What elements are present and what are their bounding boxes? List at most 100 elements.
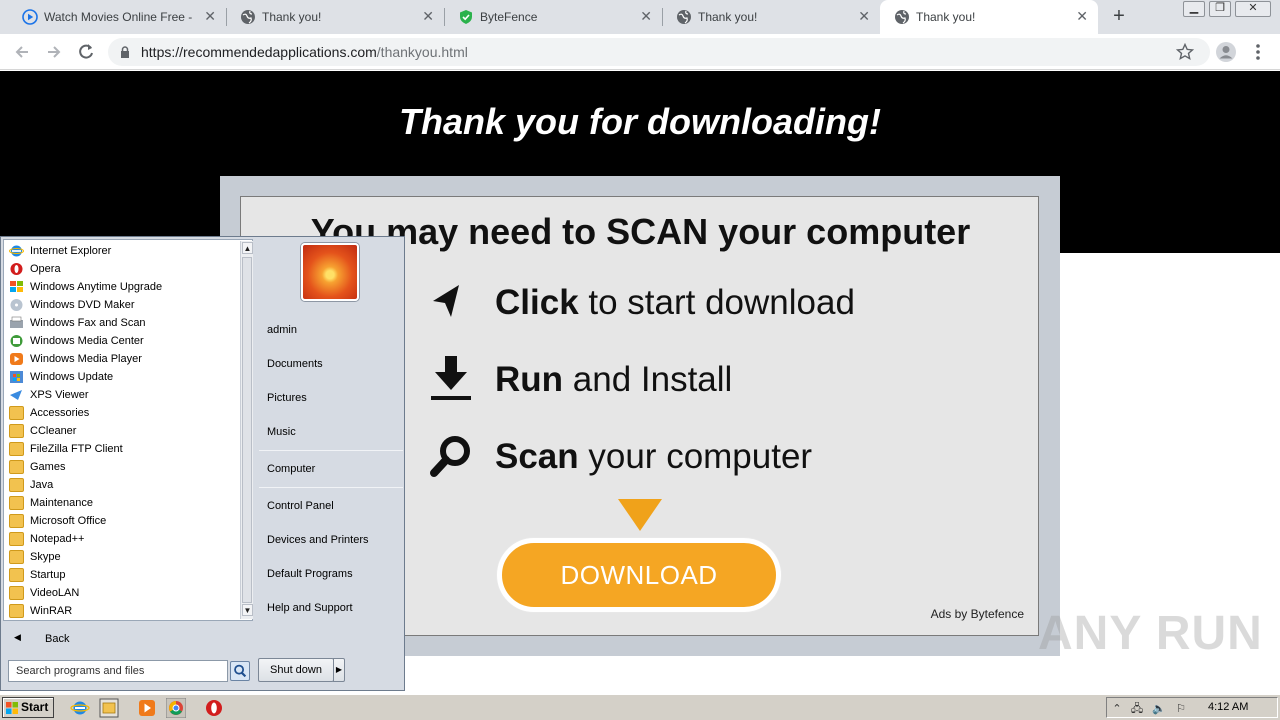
tab-close-icon[interactable]: ✕	[858, 8, 870, 24]
scroll-up-icon[interactable]: ▲	[242, 242, 253, 254]
media-player-icon[interactable]	[137, 698, 157, 718]
tab-close-icon[interactable]: ✕	[640, 8, 652, 24]
program-folder-winrar[interactable]: WinRAR	[6, 602, 238, 620]
program-label: FileZilla FTP Client	[30, 443, 123, 455]
folder-icon	[9, 514, 24, 528]
right-item-help-support[interactable]: Help and Support	[267, 602, 353, 614]
profile-avatar-icon[interactable]	[1215, 41, 1237, 63]
back-arrow-icon[interactable]	[12, 42, 32, 62]
program-folder-filezilla[interactable]: FileZilla FTP Client	[6, 440, 238, 458]
tab-close-icon[interactable]: ✕	[422, 8, 434, 24]
program-folder-games[interactable]: Games	[6, 458, 238, 476]
program-windows-anytime-upgrade[interactable]: Windows Anytime Upgrade	[6, 278, 238, 296]
explorer-folder-icon[interactable]	[99, 698, 119, 718]
program-folder-startup[interactable]: Startup	[6, 566, 238, 584]
program-folder-maintenance[interactable]: Maintenance	[6, 494, 238, 512]
forward-arrow-icon[interactable]	[44, 42, 64, 62]
tab-title: Thank you!	[916, 10, 976, 24]
restore-button[interactable]: ❐	[1209, 1, 1231, 17]
program-folder-java[interactable]: Java	[6, 476, 238, 494]
program-label: WinRAR	[30, 605, 73, 617]
program-folder-skype[interactable]: Skype	[6, 548, 238, 566]
tab-watch-movies[interactable]: Watch Movies Online Free - 123 ✕	[8, 0, 226, 34]
right-item-devices-printers[interactable]: Devices and Printers	[267, 534, 369, 546]
program-internet-explorer[interactable]: Internet Explorer	[6, 242, 238, 260]
scroll-thumb[interactable]	[242, 257, 252, 603]
right-item-control-panel[interactable]: Control Panel	[267, 500, 334, 512]
tab-thank-you-active[interactable]: Thank you! ✕	[880, 0, 1098, 34]
program-folder-accessories[interactable]: Accessories	[6, 404, 238, 422]
tab-strip: Watch Movies Online Free - 123 ✕ Thank y…	[0, 0, 1280, 34]
close-window-button[interactable]: ✕	[1235, 1, 1271, 17]
program-label: Windows DVD Maker	[30, 299, 135, 311]
program-folder-videolan[interactable]: VideoLAN	[6, 584, 238, 602]
search-icon[interactable]	[230, 661, 250, 681]
program-windows-media-center[interactable]: Windows Media Center	[6, 332, 238, 350]
program-folder-microsoft-office[interactable]: Microsoft Office	[6, 512, 238, 530]
right-item-default-programs[interactable]: Default Programs	[267, 568, 353, 580]
magnifier-icon	[430, 436, 470, 477]
network-icon[interactable]: 🖧	[1130, 702, 1144, 716]
volume-icon[interactable]: 🔈	[1152, 702, 1166, 716]
tab-close-icon[interactable]: ✕	[204, 8, 216, 24]
internet-explorer-icon	[9, 245, 24, 257]
right-item-music[interactable]: Music	[267, 426, 296, 438]
program-label: Notepad++	[30, 533, 85, 545]
anyrun-watermark: ANY RUN	[1038, 607, 1263, 660]
right-item-documents[interactable]: Documents	[267, 358, 323, 370]
programs-scrollbar[interactable]: ▲ ▼	[240, 241, 253, 619]
scroll-down-icon[interactable]: ▼	[242, 604, 253, 616]
address-bar[interactable]: https://recommendedapplications.com/than…	[108, 38, 1210, 66]
minimize-button[interactable]: ▁	[1183, 1, 1205, 17]
menu-separator	[259, 450, 403, 451]
step-bold: Scan	[495, 437, 579, 476]
opera-icon[interactable]	[204, 698, 224, 718]
bookmark-star-icon[interactable]	[1176, 43, 1194, 61]
globe-icon	[241, 10, 255, 24]
right-item-pictures[interactable]: Pictures	[267, 392, 307, 404]
new-tab-button[interactable]: +	[1108, 6, 1130, 28]
step-rest: and Install	[563, 360, 733, 399]
action-center-flag-icon[interactable]: ⚐	[1174, 702, 1188, 716]
folder-icon	[9, 550, 24, 564]
tab-bytefence[interactable]: ByteFence ✕	[444, 0, 662, 34]
step-rest: your computer	[578, 437, 813, 476]
step-bold: Click	[495, 283, 579, 322]
program-windows-fax-and-scan[interactable]: Windows Fax and Scan	[6, 314, 238, 332]
download-button[interactable]: DOWNLOAD	[497, 538, 781, 612]
program-label: Skype	[30, 551, 61, 563]
taskbar-clock[interactable]: 4:12 AM	[1208, 701, 1248, 713]
back-button[interactable]: ◀ Back	[3, 627, 253, 651]
internet-explorer-icon[interactable]	[70, 698, 90, 718]
program-label: Windows Fax and Scan	[30, 317, 146, 329]
reload-icon[interactable]	[76, 42, 96, 62]
tab-thank-you-1[interactable]: Thank you! ✕	[226, 0, 444, 34]
folder-icon	[9, 424, 24, 438]
show-hidden-icons-icon[interactable]: ⌃	[1110, 702, 1124, 716]
user-avatar[interactable]	[301, 243, 359, 301]
program-label: Maintenance	[30, 497, 93, 509]
tab-thank-you-2[interactable]: Thank you! ✕	[662, 0, 880, 34]
menu-dots-icon[interactable]	[1252, 43, 1264, 61]
step-text: Click to start download	[495, 283, 855, 323]
right-item-computer[interactable]: Computer	[267, 463, 315, 475]
program-xps-viewer[interactable]: XPS Viewer	[6, 386, 238, 404]
program-windows-update[interactable]: Windows Update	[6, 368, 238, 386]
tab-close-icon[interactable]: ✕	[1076, 8, 1088, 24]
program-windows-media-player[interactable]: Windows Media Player	[6, 350, 238, 368]
step-text: Run and Install	[495, 360, 732, 400]
program-opera[interactable]: Opera	[6, 260, 238, 278]
right-item-admin[interactable]: admin	[267, 324, 297, 336]
program-folder-ccleaner[interactable]: CCleaner	[6, 422, 238, 440]
start-button[interactable]: Start	[2, 697, 54, 718]
programs-list: Internet Explorer Opera Windows Anytime …	[3, 239, 253, 621]
folder-icon	[9, 478, 24, 492]
shutdown-button[interactable]: Shut down	[258, 658, 334, 682]
program-folder-notepad-plus-plus[interactable]: Notepad++	[6, 530, 238, 548]
chrome-icon[interactable]	[166, 698, 186, 718]
shutdown-options-arrow-icon[interactable]: ▶	[333, 658, 345, 682]
program-windows-dvd-maker[interactable]: Windows DVD Maker	[6, 296, 238, 314]
windows-flag-icon	[6, 702, 18, 714]
tab-title: Thank you!	[698, 10, 758, 24]
search-programs-input[interactable]: Search programs and files	[8, 660, 228, 682]
